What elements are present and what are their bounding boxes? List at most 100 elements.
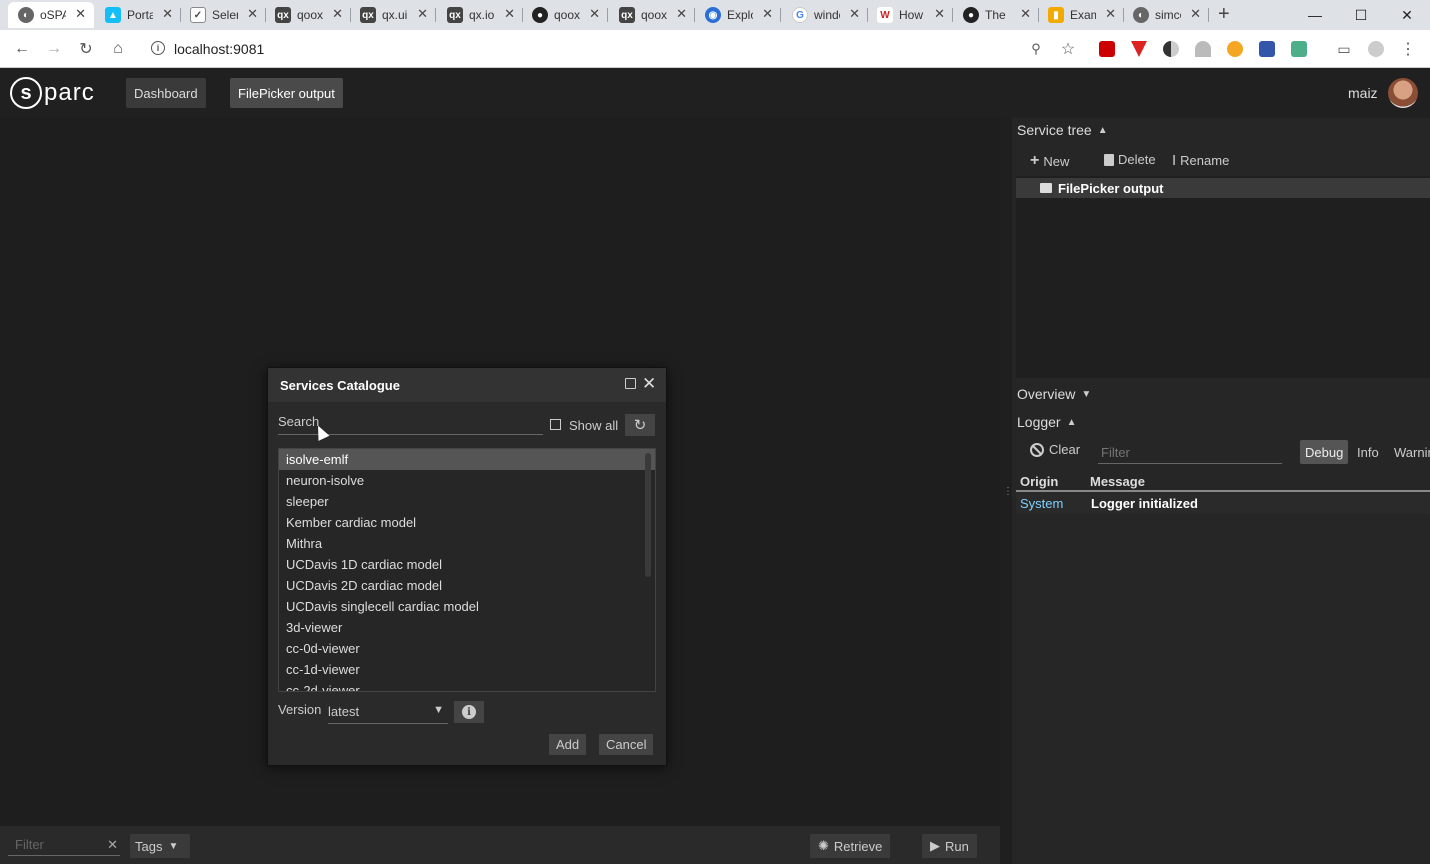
browser-tab[interactable]: qx qooxdoo ✕ (265, 2, 351, 28)
forward-icon[interactable]: → (44, 39, 64, 59)
service-list-item[interactable]: cc-0d-viewer (279, 638, 655, 659)
service-list-item[interactable]: 3d-viewer (279, 617, 655, 638)
close-tab-icon[interactable]: ✕ (676, 6, 687, 22)
service-list-item[interactable]: isolve-emlf (279, 449, 655, 470)
w-extension-icon[interactable] (1131, 41, 1147, 57)
close-tab-icon[interactable]: ✕ (75, 6, 86, 22)
panel-splitter[interactable]: ⋮ (1000, 118, 1013, 864)
chevron-up-icon[interactable]: ▲ (1098, 125, 1108, 136)
delete-node-button[interactable]: Delete (1104, 152, 1156, 167)
list-scrollbar[interactable] (645, 453, 651, 577)
message-column-header[interactable]: Message (1090, 474, 1145, 489)
overview-header[interactable]: Overview ▼ (1017, 386, 1091, 402)
logger-header[interactable]: Logger ▲ (1017, 414, 1077, 430)
address-bar[interactable]: localhost:9081 (174, 41, 264, 57)
close-tab-icon[interactable]: ✕ (1190, 6, 1201, 22)
maximize-window-button[interactable]: ☐ (1338, 0, 1384, 30)
dashboard-button[interactable]: Dashboard (126, 78, 206, 108)
run-button[interactable]: ▶ Run (922, 834, 977, 858)
back-icon[interactable]: ← (12, 39, 32, 59)
log-filter-input[interactable] (1098, 442, 1282, 464)
node-filter-input[interactable]: Filter ✕ (8, 834, 120, 856)
service-list-item[interactable]: UCDavis 2D cardiac model (279, 575, 655, 596)
new-node-button[interactable]: + New (1030, 152, 1069, 170)
chevron-down-icon[interactable]: ▼ (1081, 389, 1091, 400)
tree-item[interactable]: FilePicker output (1016, 178, 1430, 198)
service-list-item[interactable]: cc-1d-viewer (279, 659, 655, 680)
close-tab-icon[interactable]: ✕ (162, 6, 173, 22)
close-tab-icon[interactable]: ✕ (247, 6, 258, 22)
show-all-checkbox[interactable] (550, 419, 561, 430)
minimize-window-button[interactable]: — (1292, 0, 1338, 30)
clear-filter-icon[interactable]: ✕ (107, 837, 118, 853)
new-tab-button[interactable]: + (1218, 3, 1230, 26)
menu-kebab-icon[interactable]: ⋮ (1398, 39, 1418, 59)
browser-tab[interactable]: ▲ Portainer ✕ (95, 2, 181, 28)
service-list-item[interactable]: UCDavis singlecell cardiac model (279, 596, 655, 617)
username[interactable]: maiz (1348, 85, 1378, 101)
browser-tab[interactable]: qx qx.ui ✕ (350, 2, 436, 28)
show-all-label[interactable]: Show all (569, 418, 618, 433)
log-level-info[interactable]: Info (1352, 440, 1384, 464)
browser-tab[interactable]: W How ✕ (867, 2, 953, 28)
home-icon[interactable]: ⌂ (108, 39, 128, 59)
close-tab-icon[interactable]: ✕ (589, 6, 600, 22)
service-list-item[interactable]: cc-2d-viewer (279, 680, 655, 691)
add-button[interactable]: Add (549, 734, 587, 755)
browser-tab[interactable]: ◐ oSPARC ✕ (8, 2, 94, 28)
close-tab-icon[interactable]: ✕ (332, 6, 343, 22)
log-level-debug[interactable]: Debug (1300, 440, 1349, 464)
browser-tab[interactable]: ▮ Examples ✕ (1038, 2, 1124, 28)
service-list-item[interactable]: UCDavis 1D cardiac model (279, 554, 655, 575)
close-tab-icon[interactable]: ✕ (1020, 6, 1031, 22)
close-window-button[interactable]: ✕ (1384, 0, 1430, 30)
bookmark-star-icon[interactable]: ☆ (1058, 39, 1078, 59)
close-tab-icon[interactable]: ✕ (504, 6, 515, 22)
service-list-item[interactable]: Kember cardiac model (279, 512, 655, 533)
chevron-up-icon[interactable]: ▲ (1067, 417, 1077, 428)
profile-icon[interactable] (1368, 41, 1384, 57)
browser-tab[interactable]: ● qooxdoo ✕ (522, 2, 608, 28)
browser-tab[interactable]: ◐ simcore ✕ (1123, 2, 1209, 28)
site-info-icon[interactable]: i (151, 41, 165, 55)
play-extension-icon[interactable] (1227, 41, 1243, 57)
reload-icon[interactable]: ↻ (76, 39, 96, 59)
rename-node-button[interactable]: I Rename (1172, 152, 1229, 169)
dark-mode-extension-icon[interactable] (1163, 41, 1179, 57)
close-tab-icon[interactable]: ✕ (762, 6, 773, 22)
origin-column-header[interactable]: Origin (1020, 474, 1058, 489)
service-list-item[interactable]: Mithra (279, 533, 655, 554)
service-list-item[interactable]: neuron-isolve (279, 470, 655, 491)
refresh-button[interactable]: ↻ (625, 414, 655, 436)
tags-dropdown[interactable]: Tags ▼ (130, 834, 190, 858)
z-extension-icon[interactable] (1259, 41, 1275, 57)
cast-icon[interactable]: ▭ (1334, 39, 1354, 59)
service-tree-header[interactable]: Service tree ▲ (1017, 122, 1108, 138)
maximize-icon[interactable] (625, 378, 636, 389)
browser-tab[interactable]: Gwindows ✕ (782, 2, 868, 28)
close-tab-icon[interactable]: ✕ (934, 6, 945, 22)
browser-tab[interactable]: ● The ✕ (953, 2, 1039, 28)
log-level-warning[interactable]: Warning (1389, 440, 1430, 464)
services-list[interactable]: isolve-emlf neuron-isolve sleeper Kember ca… (278, 448, 656, 692)
browser-tab[interactable]: ◉ Explore ✕ (695, 2, 781, 28)
close-tab-icon[interactable]: ✕ (1105, 6, 1116, 22)
browser-tab[interactable]: qx qx.io ✕ (437, 2, 523, 28)
clear-log-button[interactable]: Clear (1030, 442, 1080, 457)
study-breadcrumb-button[interactable]: FilePicker output (230, 78, 343, 108)
arc-extension-icon[interactable] (1195, 41, 1211, 57)
version-select[interactable]: latest ▼ (328, 704, 448, 724)
cancel-button[interactable]: Cancel (599, 734, 654, 755)
close-icon[interactable]: ✕ (642, 374, 656, 394)
avatar[interactable] (1388, 78, 1418, 108)
close-tab-icon[interactable]: ✕ (417, 6, 428, 22)
log-row[interactable]: System Logger initialized (1016, 492, 1430, 514)
dialog-caption-bar[interactable]: Services Catalogue ✕ (268, 368, 666, 402)
browser-tab[interactable]: qx qooxdoo ✕ (609, 2, 695, 28)
s-extension-icon[interactable] (1291, 41, 1307, 57)
retrieve-button[interactable]: ✺ Retrieve (810, 834, 891, 858)
close-tab-icon[interactable]: ✕ (849, 6, 860, 22)
key-icon[interactable]: ⚲ (1026, 39, 1046, 59)
browser-tab[interactable]: ✓ Selenium ✕ (180, 2, 266, 28)
service-list-item[interactable]: sleeper (279, 491, 655, 512)
